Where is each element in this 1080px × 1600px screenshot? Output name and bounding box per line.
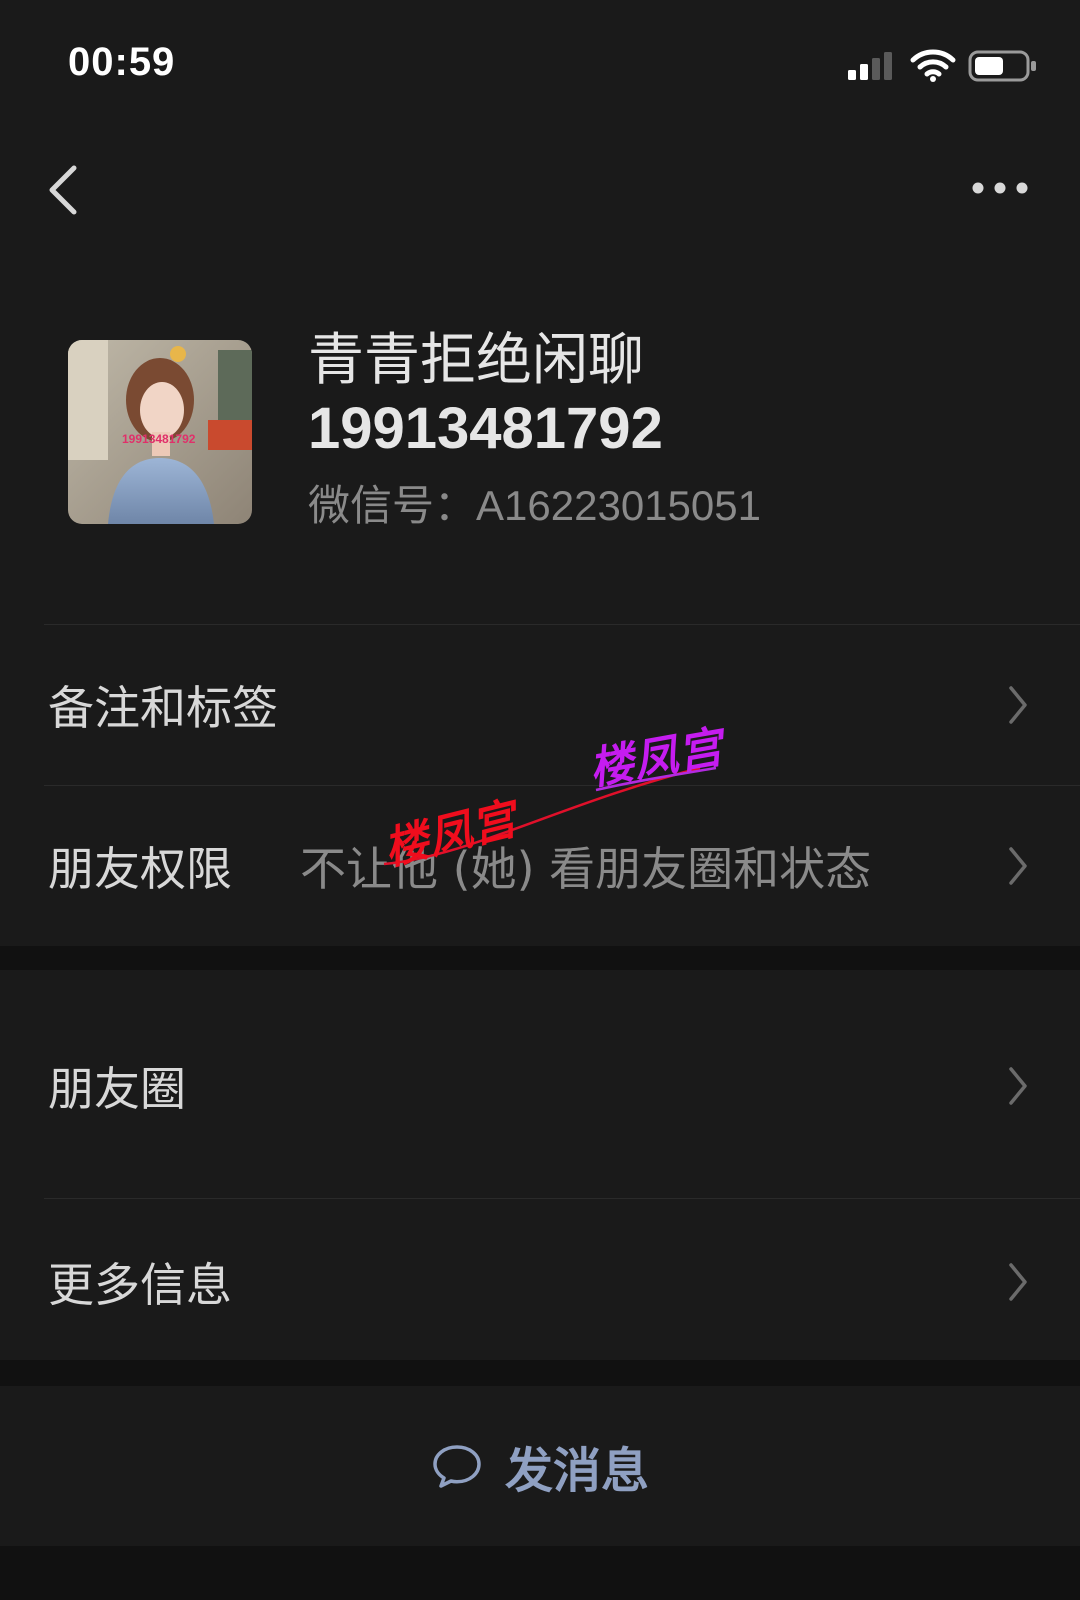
cellular-signal-icon [848,52,892,80]
more-info-label: 更多信息 [48,1258,232,1312]
avatar-watermark-text: 19913481792 [122,432,196,446]
wechat-id: 微信号：A16223015051 [308,478,761,534]
moments-label: 朋友圈 [48,1062,186,1116]
section-gap [0,946,1080,970]
divider [44,1198,1080,1199]
status-time: 00:59 [68,40,176,84]
chevron-right-icon [1009,686,1027,724]
send-message-label: 发消息 [504,1443,650,1499]
contact-phone: 19913481792 [308,396,663,461]
battery-icon [968,50,1036,82]
wifi-icon [910,49,956,82]
more-info-row[interactable]: 更多信息 [0,1202,1080,1362]
wechat-id-label: 微信号： [308,481,477,530]
wechat-id-value: A16223015051 [476,482,761,529]
contact-name: 青青拒绝闲聊 [308,328,644,393]
chevron-right-icon [1009,1263,1027,1301]
more-options-button[interactable] [970,176,1030,200]
chevron-right-icon [1009,847,1027,885]
moments-row[interactable]: 朋友圈 [0,1006,1080,1166]
remarks-and-tags-label: 备注和标签 [48,681,278,735]
friend-permissions-label: 朋友权限 [48,842,232,896]
chat-bubble-icon [433,1445,481,1488]
back-button[interactable] [44,160,84,220]
avatar[interactable]: 19913481792 [68,340,252,524]
send-message-button[interactable]: 发消息 [0,1386,1080,1546]
chevron-right-icon [1009,1067,1027,1105]
